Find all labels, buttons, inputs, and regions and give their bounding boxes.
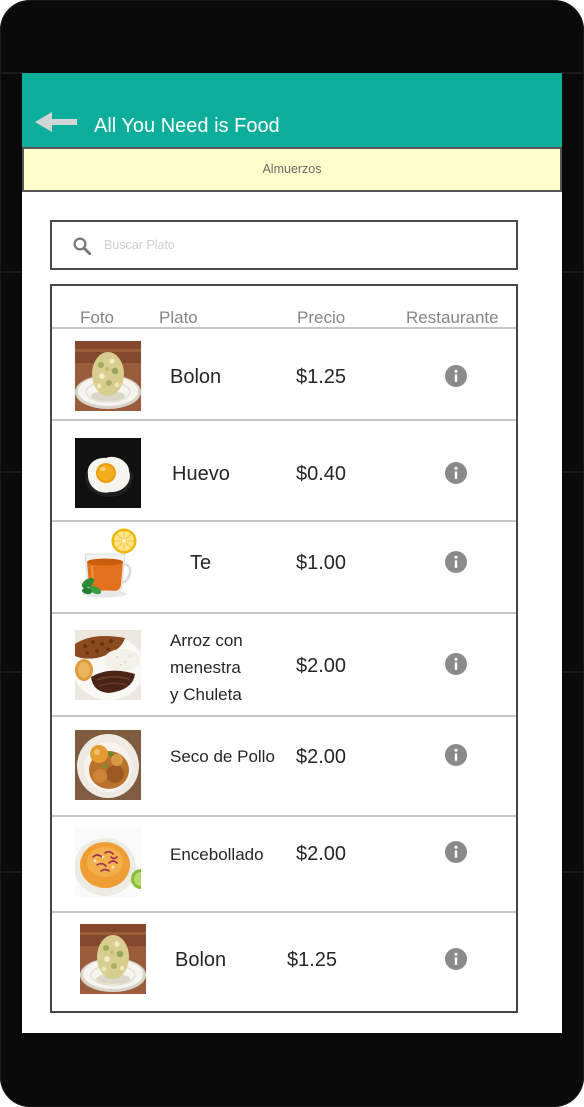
seco-de-pollo-photo	[75, 730, 141, 800]
info-icon	[445, 841, 467, 863]
table-row: Bolon $1.25	[50, 327, 518, 420]
table-row: Bolon $1.25	[50, 911, 518, 1013]
dish-name: Te	[190, 552, 212, 574]
category-label: Almuerzos	[262, 162, 322, 176]
dish-name: Bolon	[170, 366, 222, 388]
restaurant-info-button[interactable]	[445, 365, 467, 387]
bezel-line	[0, 271, 22, 273]
dish-name-line: y Chuleta	[170, 685, 242, 704]
app-bar: All You Need is Food	[22, 73, 562, 147]
header-photo: Foto	[80, 308, 115, 327]
bezel-line	[0, 471, 22, 473]
dish-name: Arroz con menestra y Chuleta	[170, 627, 243, 708]
dish-price: $2.00	[296, 746, 347, 768]
dish-name: Bolon	[175, 949, 227, 971]
encebollado-photo	[75, 827, 141, 897]
restaurant-info-button[interactable]	[445, 841, 467, 863]
bezel-line	[562, 271, 584, 273]
info-icon	[445, 948, 467, 970]
dishes-table: Foto Plato Precio Restaurante Bolon $1.2…	[50, 284, 518, 1013]
dish-name: Encebollado	[170, 845, 264, 864]
app-screen: All You Need is Food Almuerzos Foto Plat…	[22, 73, 562, 1033]
bolon-photo	[80, 924, 146, 994]
bezel-line	[562, 471, 584, 473]
bezel-line	[0, 72, 22, 74]
info-icon	[445, 744, 467, 766]
te-photo	[80, 526, 137, 598]
phone-frame: All You Need is Food Almuerzos Foto Plat…	[0, 0, 584, 1107]
bezel-line	[562, 871, 584, 873]
bezel-line	[562, 72, 584, 74]
info-icon	[445, 551, 467, 573]
dish-price: $0.40	[296, 463, 347, 485]
header-dish: Plato	[159, 308, 198, 327]
dish-price: $1.25	[287, 949, 338, 971]
arrow-left-icon	[35, 112, 77, 132]
dish-price: $2.00	[296, 843, 347, 865]
bezel-line	[562, 671, 584, 673]
search-icon	[73, 237, 91, 255]
search-input[interactable]	[104, 222, 504, 268]
dish-name: Huevo	[172, 463, 230, 485]
dish-name: Seco de Pollo	[170, 747, 275, 766]
arroz-menestra-photo	[75, 630, 141, 700]
table-row: Huevo $0.40	[50, 419, 518, 521]
dish-name-line: Arroz con	[170, 631, 243, 650]
info-icon	[445, 653, 467, 675]
huevo-photo	[75, 438, 141, 508]
restaurant-info-button[interactable]	[445, 948, 467, 970]
dish-price: $1.25	[296, 366, 347, 388]
app-title: All You Need is Food	[94, 115, 280, 137]
bezel-line	[0, 671, 22, 673]
restaurant-info-button[interactable]	[445, 551, 467, 573]
info-icon	[445, 462, 467, 484]
header-price: Precio	[297, 308, 346, 327]
bezel-line	[0, 871, 22, 873]
restaurant-info-button[interactable]	[445, 462, 467, 484]
dish-name-line: menestra	[170, 658, 241, 677]
bolon-photo	[75, 341, 141, 411]
header-restaurant: Restaurante	[406, 308, 499, 327]
table-row: Encebollado $2.00	[50, 815, 518, 912]
table-row: Arroz con menestra y Chuleta $2.00	[50, 612, 518, 716]
category-bar: Almuerzos	[22, 147, 562, 192]
dish-price: $1.00	[296, 552, 347, 574]
info-icon	[445, 365, 467, 387]
table-row: Seco de Pollo $2.00	[50, 715, 518, 816]
table-header: Foto Plato Precio Restaurante	[50, 284, 518, 328]
search-box	[50, 220, 518, 270]
restaurant-info-button[interactable]	[445, 653, 467, 675]
dish-price: $2.00	[296, 655, 347, 677]
back-button[interactable]	[35, 112, 77, 132]
table-row: Te $1.00	[50, 520, 518, 613]
restaurant-info-button[interactable]	[445, 744, 467, 766]
